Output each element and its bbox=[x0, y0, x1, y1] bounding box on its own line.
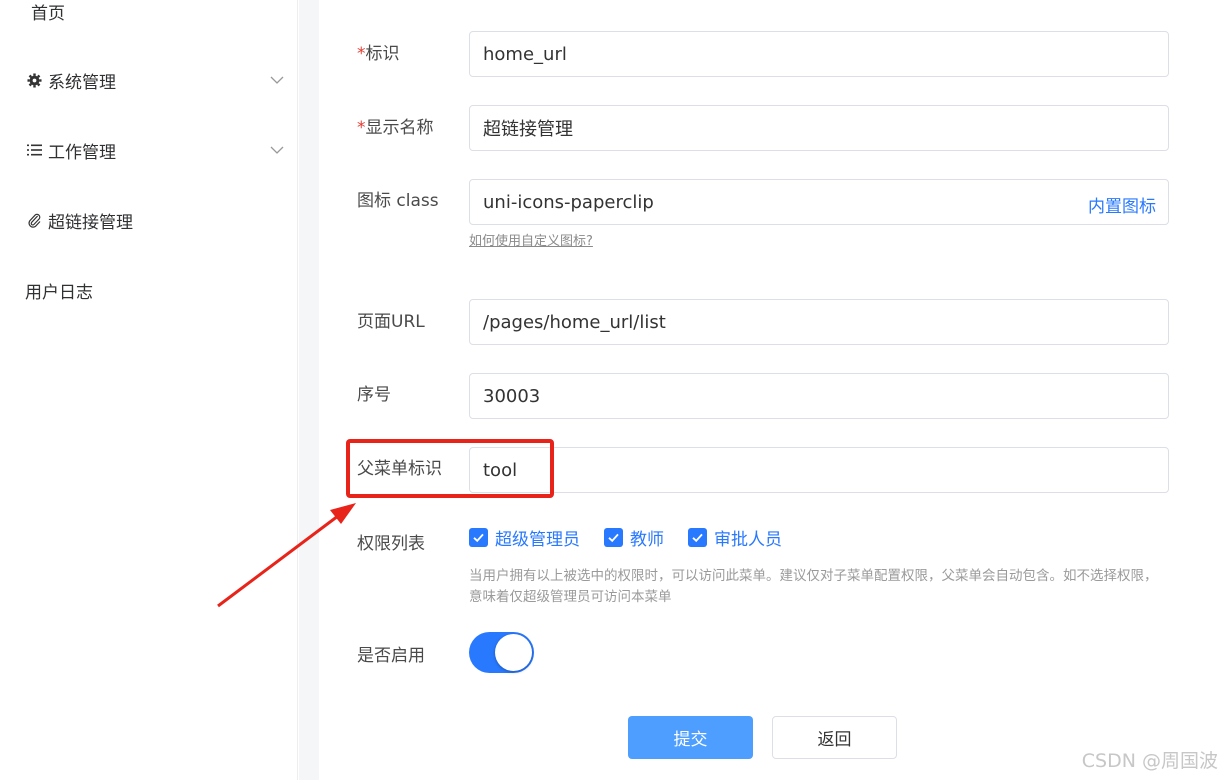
list-icon bbox=[26, 142, 42, 158]
permission-checkbox-admin[interactable]: 超级管理员 bbox=[469, 525, 580, 550]
url-value: /pages/home_url/list bbox=[483, 311, 666, 333]
sidebar-gutter bbox=[299, 0, 319, 780]
name-label: *显示名称 bbox=[357, 118, 434, 138]
sidebar-item-home[interactable]: 首页 bbox=[31, 0, 329, 31]
permissions-hint: 当用户拥有以上被选中的权限时，可以访问此菜单。建议仅对子菜单配置权限，父菜单会自… bbox=[469, 568, 1158, 605]
permission-label: 教师 bbox=[630, 529, 664, 550]
permission-checkbox-approver[interactable]: 审批人员 bbox=[688, 525, 782, 550]
sidebar-item-system[interactable]: 系统管理 bbox=[26, 60, 324, 100]
sidebar-item-work[interactable]: 工作管理 bbox=[26, 130, 324, 170]
sort-label: 序号 bbox=[357, 385, 391, 405]
permission-label: 审批人员 bbox=[714, 529, 782, 550]
submit-button[interactable]: 提交 bbox=[628, 716, 753, 759]
chevron-down-icon bbox=[270, 72, 284, 86]
sidebar-item-label: 工作管理 bbox=[48, 142, 116, 163]
highlight-box bbox=[346, 439, 554, 498]
icon-class-value: uni-icons-paperclip bbox=[483, 191, 654, 213]
icon-label: 图标 class bbox=[357, 191, 439, 211]
url-field[interactable]: /pages/home_url/list bbox=[469, 299, 1169, 345]
enable-switch[interactable] bbox=[469, 632, 534, 673]
chevron-down-icon bbox=[270, 142, 284, 156]
icon-class-field[interactable]: uni-icons-paperclip 内置图标 bbox=[469, 179, 1169, 225]
sidebar-item-label: 超链接管理 bbox=[48, 212, 133, 233]
checkbox-checked-icon bbox=[688, 527, 707, 547]
permission-label: 超级管理员 bbox=[495, 529, 580, 550]
name-field[interactable]: 超链接管理 bbox=[469, 105, 1169, 151]
sidebar: 首页 系统管理 工作管理 超链接管理 用户日志 bbox=[0, 0, 298, 780]
sidebar-item-logs[interactable]: 用户日志 bbox=[25, 270, 323, 310]
id-field[interactable]: home_url bbox=[469, 31, 1169, 77]
enable-label: 是否启用 bbox=[357, 646, 425, 666]
sidebar-item-links[interactable]: 超链接管理 bbox=[26, 200, 324, 240]
gear-icon bbox=[26, 72, 42, 88]
sidebar-item-label: 系统管理 bbox=[48, 72, 116, 93]
builtin-icons-link[interactable]: 内置图标 bbox=[1088, 192, 1156, 217]
sort-value: 30003 bbox=[483, 385, 541, 407]
sidebar-item-label: 首页 bbox=[31, 3, 65, 24]
paperclip-icon bbox=[26, 212, 42, 228]
switch-knob bbox=[495, 634, 532, 671]
watermark: CSDN @周国波 bbox=[1081, 750, 1218, 772]
custom-icon-help-link[interactable]: 如何使用自定义图标? bbox=[469, 230, 593, 249]
id-value: home_url bbox=[483, 43, 567, 65]
back-button[interactable]: 返回 bbox=[772, 716, 897, 759]
url-label: 页面URL bbox=[357, 312, 425, 332]
permissions-label: 权限列表 bbox=[357, 534, 425, 554]
parent-id-field[interactable]: tool bbox=[469, 447, 1169, 493]
sidebar-item-label: 用户日志 bbox=[25, 282, 93, 303]
checkbox-checked-icon bbox=[469, 527, 488, 547]
checkbox-checked-icon bbox=[604, 527, 623, 547]
id-label: *标识 bbox=[357, 44, 400, 64]
name-value: 超链接管理 bbox=[483, 119, 573, 140]
sort-field[interactable]: 30003 bbox=[469, 373, 1169, 419]
permission-checkbox-teacher[interactable]: 教师 bbox=[604, 525, 664, 550]
permissions-group: 超级管理员 教师 审批人员 bbox=[469, 525, 806, 550]
